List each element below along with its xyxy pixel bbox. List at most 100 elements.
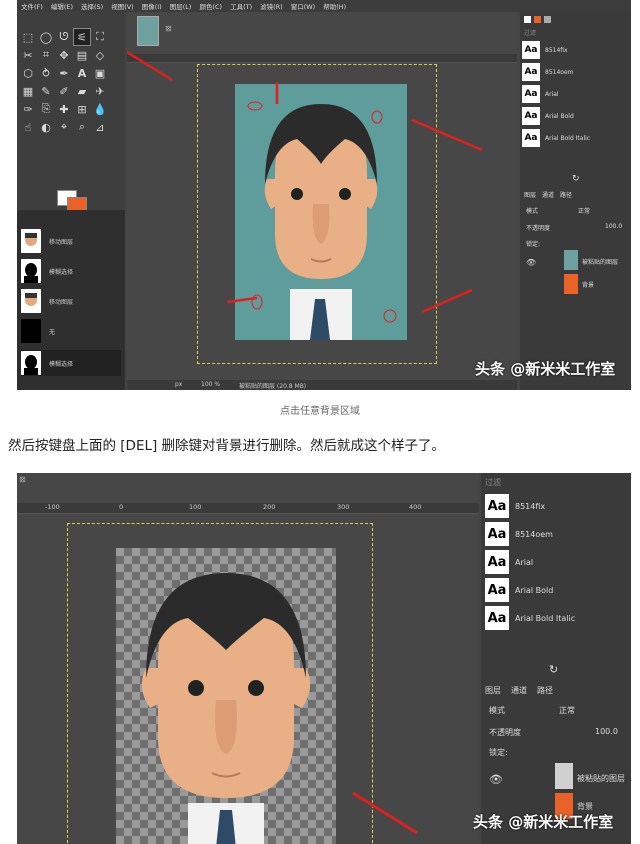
font-item[interactable]: Aa Arial	[485, 549, 617, 575]
font-item[interactable]: Aa Arial Bold Italic	[485, 605, 617, 631]
history-item[interactable]: 模糊选择	[21, 258, 121, 284]
mode-select[interactable]: 正常	[578, 206, 590, 215]
scissors-icon[interactable]: ✂	[19, 46, 37, 64]
tab-paths[interactable]: 路径	[560, 190, 572, 199]
paintbrush-icon[interactable]: ✐	[55, 82, 73, 100]
airbrush-icon[interactable]: ✈	[91, 82, 109, 100]
pattern-tab-icon[interactable]	[534, 16, 541, 23]
font-preview-icon: Aa	[485, 578, 509, 602]
unified-transform-icon[interactable]: ⬡	[19, 64, 37, 82]
clone-icon[interactable]: ⎘	[37, 100, 55, 118]
history-item[interactable]: 移动图层	[21, 288, 121, 314]
dodge-burn-icon[interactable]: ◐	[37, 118, 55, 136]
history-item[interactable]: 无	[21, 318, 121, 344]
font-item[interactable]: Aa Arial	[522, 84, 626, 104]
font-filter-input[interactable]: 过滤	[485, 477, 501, 488]
menu-filters[interactable]: 滤镜(R)	[256, 1, 287, 11]
color-picker-icon[interactable]: ⌖	[55, 118, 73, 136]
font-name: Arial	[515, 557, 534, 567]
ink-icon[interactable]: ✑	[19, 100, 37, 118]
font-preview-icon: Aa	[485, 550, 509, 574]
refresh-icon[interactable]: ↻	[549, 663, 558, 676]
right-dock: 过滤 Aa 8514fix Aa 8514oem Aa Arial Aa Arial B…	[520, 12, 631, 390]
history-item-selected[interactable]: 模糊选择	[21, 350, 121, 376]
free-select-icon[interactable]: ᘎ	[55, 28, 73, 46]
mode-label: 模式	[489, 706, 505, 715]
history-thumb	[21, 229, 41, 253]
layer-name[interactable]: 被粘贴的图层	[577, 773, 625, 784]
perspective-clone-icon[interactable]: ⊞	[73, 100, 91, 118]
opacity-field[interactable]: 100.0	[595, 727, 618, 736]
font-item[interactable]: Aa Arial Bold	[522, 106, 626, 126]
smudge-icon[interactable]: ☝	[19, 118, 37, 136]
pencil-icon[interactable]: ✎	[37, 82, 55, 100]
history-item[interactable]: 移动图层	[21, 228, 121, 254]
tab-channels[interactable]: 通道	[511, 685, 527, 696]
menu-help[interactable]: 帮助(H)	[319, 1, 350, 11]
gradient-icon[interactable]: ▦	[19, 82, 37, 100]
history-label: 模糊选择	[49, 268, 74, 276]
paths-icon[interactable]: ✒	[55, 64, 73, 82]
foreground-select-icon[interactable]: ⛶	[91, 28, 109, 46]
blur-icon[interactable]: 💧	[91, 100, 109, 118]
font-item[interactable]: Aa 8514fix	[522, 40, 626, 60]
layer-name[interactable]: 被粘贴的图层	[582, 257, 618, 266]
eye-icon[interactable]: 👁	[489, 773, 503, 786]
menu-image[interactable]: 图像(I)	[138, 1, 166, 11]
unit-select[interactable]: px	[175, 381, 182, 388]
font-name: Arial	[545, 90, 559, 98]
tab-layers[interactable]: 图层	[485, 685, 501, 696]
font-item[interactable]: Aa 8514oem	[485, 521, 617, 547]
toolbox: ⬚ ◯ ᘎ ⚟ ⛶ ✂ ⌗ ✥ ▤ ◇ ⬡ ⥁ ✒ A ▣ ▦ ✎ ✐ ▰ ✈ …	[17, 12, 125, 213]
image-window: ⊠	[127, 12, 517, 380]
body-paragraph: 然后按键盘上面的 [DEL] 删除键对背景进行删除。然后就成这个样子了。	[8, 438, 446, 454]
menu-colors[interactable]: 颜色(C)	[195, 1, 226, 11]
menu-file[interactable]: 文件(F)	[17, 1, 47, 11]
image-caption: 点击任意背景区域	[280, 406, 360, 417]
eraser-icon[interactable]: ▰	[73, 82, 91, 100]
menu-windows[interactable]: 窗口(W)	[287, 1, 320, 11]
watermark: 头条 @新米米工作室	[475, 360, 616, 378]
opacity-field[interactable]: 100.0	[605, 223, 622, 230]
tool-arrow	[127, 50, 173, 82]
eye-icon[interactable]: 👁	[526, 258, 536, 267]
rect-select-icon[interactable]: ⬚	[19, 28, 37, 46]
heal-icon[interactable]: ✚	[55, 100, 73, 118]
zoom-icon[interactable]: ⌕	[73, 118, 91, 136]
menu-select[interactable]: 选择(S)	[77, 1, 107, 11]
font-item[interactable]: Aa 8514fix	[485, 493, 617, 519]
refresh-icon[interactable]: ↻	[572, 174, 580, 184]
font-filter-input[interactable]: 过滤	[524, 28, 536, 37]
warp-icon[interactable]: ⥁	[37, 64, 55, 82]
measure-icon[interactable]: ⊿	[91, 118, 109, 136]
crop-icon[interactable]: ⌗	[37, 46, 55, 64]
font-preview-icon: Aa	[485, 494, 509, 518]
tab-layers[interactable]: 图层	[524, 190, 536, 199]
zoom-select[interactable]: 100 %	[201, 381, 220, 388]
menu-edit[interactable]: 编辑(E)	[47, 1, 77, 11]
status-bar: px 100 % 被粘贴的图层 (20.8 MB)	[127, 380, 517, 390]
menu-view[interactable]: 视图(V)	[107, 1, 138, 11]
gradient-tab-icon[interactable]	[544, 16, 551, 23]
brush-tab-icon[interactable]	[524, 16, 531, 23]
tab-paths[interactable]: 路径	[537, 685, 553, 696]
font-item[interactable]: Aa 8514oem	[522, 62, 626, 82]
font-item[interactable]: Aa Arial Bold	[485, 577, 617, 603]
watermark: 头条 @新米米工作室	[473, 813, 614, 831]
align-icon[interactable]: ▤	[73, 46, 91, 64]
tab-channels[interactable]: 通道	[542, 190, 554, 199]
move-icon[interactable]: ✥	[55, 46, 73, 64]
fuzzy-select-icon[interactable]: ⚟	[73, 28, 91, 46]
text-icon[interactable]: A	[73, 64, 91, 82]
mode-select[interactable]: 正常	[559, 705, 575, 716]
font-preview-icon: Aa	[522, 129, 540, 147]
transform-icon[interactable]: ◇	[91, 46, 109, 64]
menu-tools[interactable]: 工具(T)	[226, 1, 256, 11]
layer-name[interactable]: 背景	[582, 280, 594, 289]
menu-layer[interactable]: 图层(L)	[166, 1, 196, 11]
font-item[interactable]: Aa Arial Bold Italic	[522, 128, 626, 148]
lock-label: 锁定:	[526, 241, 541, 248]
bucket-fill-icon[interactable]: ▣	[91, 64, 109, 82]
ellipse-select-icon[interactable]: ◯	[37, 28, 55, 46]
history-thumb	[21, 319, 41, 343]
